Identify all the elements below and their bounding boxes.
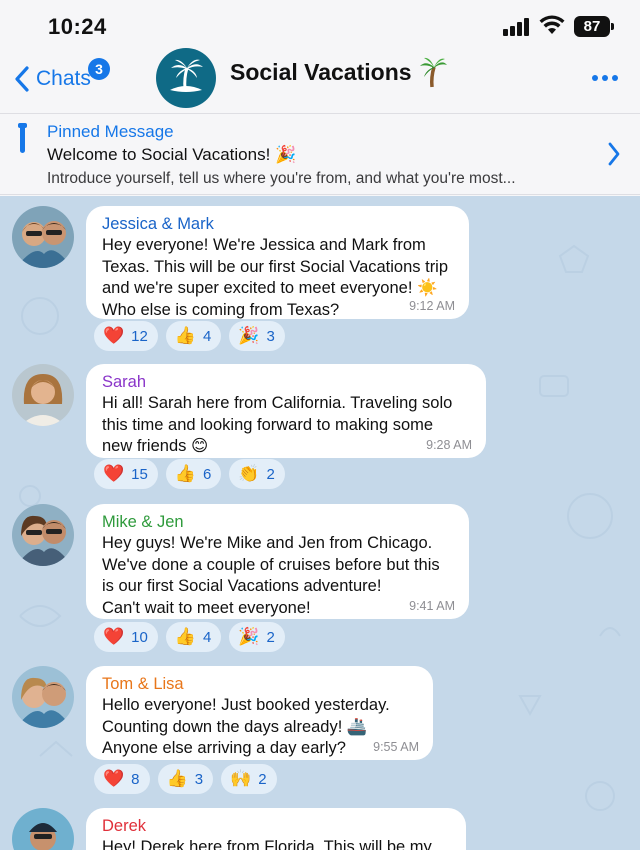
reaction-count: 4 [203, 327, 212, 345]
couple-photo [12, 666, 74, 728]
palm-tree-icon [419, 57, 447, 88]
back-button[interactable]: Chats [12, 62, 91, 96]
reaction-row: ❤️ 15 👍 6 👏 2 [94, 459, 293, 489]
reaction-count: 3 [266, 327, 275, 345]
reaction-count: 2 [266, 628, 275, 646]
pinned-title: Welcome to Social Vacations! 🎉 [47, 145, 297, 164]
message-text: Hey everyone! We're Jessica and Mark fro… [102, 236, 449, 319]
reaction-count: 3 [194, 770, 204, 788]
thumbs-up-icon: 👍 [174, 627, 197, 647]
clapping-hands-icon: 👏 [238, 464, 260, 484]
reaction-party[interactable]: 🎉 2 [229, 622, 285, 652]
pinned-preview: Introduce yourself, tell us where you're… [47, 170, 516, 187]
message-time: 9:41 AM [409, 599, 455, 613]
reaction-thumbs-up[interactable]: 👍 6 [165, 459, 222, 489]
reaction-heart[interactable]: ❤️ 15 [94, 459, 158, 489]
heart-icon: ❤️ [103, 326, 125, 346]
reaction-count: 2 [266, 465, 275, 483]
message-bubble[interactable]: Jessica & Mark Hey everyone! We're Jessi… [86, 206, 469, 319]
message-bubble[interactable]: Tom & Lisa Hello everyone! Just booked y… [86, 666, 433, 760]
message-bubble[interactable]: Derek Hey! Derek here from Florida. This… [86, 808, 466, 850]
clock: 10:24 [48, 14, 107, 39]
avatar-tom-lisa[interactable] [12, 666, 74, 728]
reaction-heart[interactable]: ❤️ 10 [94, 622, 158, 652]
party-popper-icon: 🎉 [238, 326, 260, 346]
message-time: 9:55 AM [373, 740, 419, 754]
reaction-row: ❤️ 12 👍 4 🎉 3 [94, 321, 293, 351]
chevron-right-icon [608, 142, 620, 166]
reaction-row: ❤️ 8 👍 3 🙌 2 [94, 764, 285, 794]
message-text: Hello everyone! Just booked yesterday. C… [102, 696, 390, 757]
reaction-row: ❤️ 10 👍 4 🎉 2 [94, 622, 293, 652]
couple-photo [12, 206, 74, 268]
message-bubble[interactable]: Sarah Hi all! Sarah here from California… [86, 364, 486, 458]
reaction-heart[interactable]: ❤️ 12 [94, 321, 158, 351]
message-bubble[interactable]: Mike & Jen Hey guys! We're Mike and Jen … [86, 504, 469, 619]
heart-icon: ❤️ [103, 464, 125, 484]
status-bar: 10:24 87 [0, 0, 640, 50]
sender-name: Derek [102, 817, 147, 835]
group-avatar[interactable] [156, 48, 216, 108]
chat-title[interactable]: Social Vacations [230, 55, 448, 89]
reaction-heart[interactable]: ❤️ 8 [94, 764, 150, 794]
message-list[interactable]: Jessica & Mark Hey everyone! We're Jessi… [0, 196, 640, 850]
thumbs-up-icon: 👍 [166, 769, 188, 789]
reaction-count: 15 [131, 465, 148, 483]
chat-header: Chats 3 Social Vacations [0, 48, 640, 112]
reaction-count: 4 [203, 628, 212, 646]
more-options-button[interactable] [592, 75, 618, 83]
sender-name: Mike & Jen [102, 513, 184, 531]
sarah-photo [12, 364, 74, 426]
couple-photo [12, 504, 74, 566]
heart-icon: ❤️ [103, 769, 125, 789]
message-text: Hey guys! We're Mike and Jen from Chicag… [102, 534, 440, 617]
reaction-thumbs-up[interactable]: 👍 4 [165, 622, 222, 652]
party-popper-icon: 🎉 [238, 627, 260, 647]
reaction-clap[interactable]: 👏 2 [229, 459, 285, 489]
reaction-thumbs-up[interactable]: 👍 4 [165, 321, 222, 351]
sender-name: Jessica & Mark [102, 215, 214, 233]
sender-name: Tom & Lisa [102, 675, 184, 693]
avatar-jessica-mark[interactable] [12, 206, 74, 268]
avatar-mike-jen[interactable] [12, 504, 74, 566]
heart-icon: ❤️ [103, 627, 125, 647]
thumbs-up-icon: 👍 [174, 464, 197, 484]
reaction-party[interactable]: 🎉 3 [229, 321, 285, 351]
chat-title-text: Social Vacations [230, 58, 412, 85]
wifi-icon [539, 15, 565, 34]
reaction-count: 12 [131, 327, 148, 345]
message-text: Hi all! Sarah here from California. Trav… [102, 394, 453, 455]
sender-name: Sarah [102, 373, 147, 391]
cellular-signal-icon [503, 18, 529, 36]
raised-hands-icon: 🙌 [230, 769, 252, 789]
message-time: 9:12 AM [409, 299, 455, 313]
back-label: Chats [36, 67, 91, 90]
avatar-sarah[interactable] [12, 364, 74, 426]
palm-island-icon [170, 59, 203, 92]
reaction-thumbs-up[interactable]: 👍 3 [157, 764, 214, 794]
pin-icon [18, 123, 27, 153]
reaction-count: 10 [131, 628, 148, 646]
message-time: 9:28 AM [426, 438, 472, 452]
reaction-raised-hands[interactable]: 🙌 2 [221, 764, 277, 794]
thumbs-up-icon: 👍 [174, 326, 197, 346]
chevron-left-icon [15, 66, 29, 92]
message-text: Hey! Derek here from Florida. This will … [102, 838, 432, 850]
battery-indicator: 87 [574, 16, 614, 37]
reaction-count: 6 [203, 465, 212, 483]
reaction-count: 2 [258, 770, 267, 788]
pinned-message-bar[interactable]: Pinned Message Welcome to Social Vacatio… [0, 113, 640, 195]
unread-badge: 3 [88, 58, 110, 80]
reaction-count: 8 [131, 770, 140, 788]
pinned-heading: Pinned Message [47, 122, 174, 141]
